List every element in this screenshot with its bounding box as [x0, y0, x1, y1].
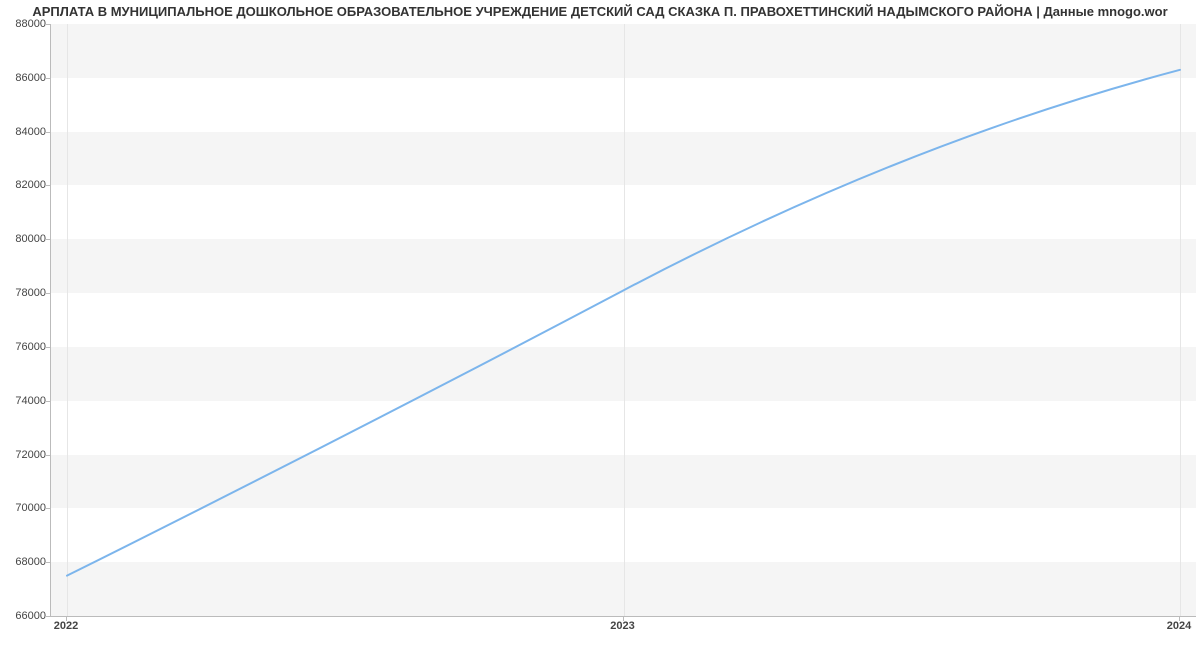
y-tick-label: 68000 — [2, 556, 46, 568]
y-tick-label: 84000 — [2, 126, 46, 138]
y-tick-label: 78000 — [2, 287, 46, 299]
y-tick-label: 88000 — [2, 18, 46, 30]
y-tick-label: 76000 — [2, 341, 46, 353]
y-tick-label: 80000 — [2, 233, 46, 245]
x-tick-label: 2023 — [610, 620, 634, 632]
y-tick-label: 70000 — [2, 502, 46, 514]
plot-area — [50, 24, 1196, 617]
y-tick-label: 74000 — [2, 395, 46, 407]
y-tick-label: 66000 — [2, 610, 46, 622]
chart-title: АРПЛАТА В МУНИЦИПАЛЬНОЕ ДОШКОЛЬНОЕ ОБРАЗ… — [0, 4, 1200, 19]
line-series — [51, 24, 1196, 616]
y-tick-label: 72000 — [2, 449, 46, 461]
y-tick-label: 82000 — [2, 179, 46, 191]
x-tick-label: 2024 — [1167, 620, 1191, 632]
y-tick-label: 86000 — [2, 72, 46, 84]
chart-container: АРПЛАТА В МУНИЦИПАЛЬНОЕ ДОШКОЛЬНОЕ ОБРАЗ… — [0, 0, 1200, 650]
x-tick-label: 2022 — [54, 620, 78, 632]
